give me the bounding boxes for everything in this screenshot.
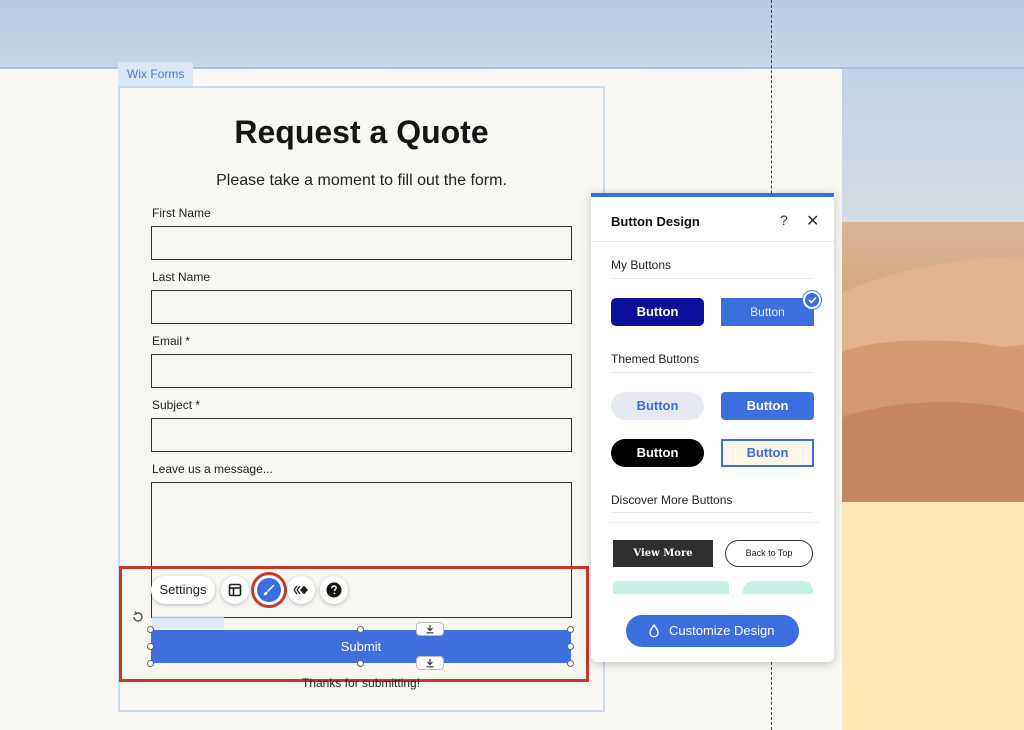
discover-button-back-to-top[interactable]: Back to Top — [725, 540, 813, 567]
resize-handle[interactable] — [147, 660, 154, 667]
last-name-label: Last Name — [152, 270, 211, 284]
themed-button-outline[interactable]: Button — [721, 439, 814, 467]
button-design-panel[interactable]: Button Design ? ✕ My Buttons Button Butt… — [591, 193, 834, 662]
sky-background — [0, 0, 1024, 68]
resize-handle[interactable] — [147, 626, 154, 633]
panel-title: Button Design — [611, 214, 700, 229]
themed-buttons-label: Themed Buttons — [611, 352, 700, 366]
discover-button-partial[interactable] — [743, 581, 813, 594]
download-icon — [426, 625, 434, 634]
customize-design-button[interactable]: Customize Design — [626, 615, 799, 647]
help-button[interactable] — [320, 576, 348, 604]
animation-icon — [293, 585, 308, 595]
first-name-field[interactable] — [151, 226, 572, 260]
rotate-icon[interactable] — [131, 610, 145, 624]
subject-field[interactable] — [151, 418, 572, 452]
section-divider — [611, 512, 813, 513]
subject-label: Subject * — [152, 398, 201, 412]
discover-label: Discover More Buttons — [611, 493, 733, 507]
wix-forms-tag[interactable]: Wix Forms — [118, 62, 194, 86]
resize-handle[interactable] — [567, 626, 574, 633]
panel-help-icon[interactable]: ? — [780, 212, 788, 228]
themed-button-pill-light[interactable]: Button — [611, 392, 704, 420]
my-buttons-label: My Buttons — [611, 258, 672, 272]
stretch-anchor-top[interactable] — [416, 622, 444, 636]
element-name-tag — [152, 616, 224, 628]
desert-image — [842, 222, 1024, 504]
resize-handle[interactable] — [357, 660, 364, 667]
form-title: Request a Quote — [234, 114, 489, 150]
resize-handle[interactable] — [357, 626, 364, 633]
email-field[interactable] — [151, 354, 572, 388]
message-label: Leave us a message... — [152, 462, 273, 476]
section-divider — [611, 372, 813, 373]
submit-button[interactable]: Submit — [151, 630, 571, 663]
resize-handle[interactable] — [147, 643, 154, 650]
my-button-navy[interactable]: Button — [611, 298, 704, 326]
settings-button[interactable]: Settings — [151, 576, 215, 604]
my-button-blue[interactable]: Button — [721, 298, 814, 326]
discover-button-view-more[interactable]: View More — [613, 540, 713, 567]
discover-buttons-scroll[interactable]: View More Back to Top — [607, 522, 820, 594]
animation-button[interactable] — [287, 576, 315, 604]
layout-button[interactable] — [221, 576, 249, 604]
section-divider — [611, 278, 813, 279]
design-button[interactable] — [251, 572, 287, 608]
panel-close-icon[interactable]: ✕ — [806, 211, 819, 231]
thanks-message: Thanks for submitting! — [302, 676, 421, 690]
themed-button-blue[interactable]: Button — [721, 392, 814, 420]
yellow-section — [842, 502, 1024, 730]
download-icon — [426, 659, 434, 668]
panel-divider — [591, 241, 834, 242]
selected-check-icon — [803, 291, 821, 309]
form-subtitle: Please take a moment to fill out the for… — [216, 172, 507, 189]
drop-icon — [649, 624, 659, 638]
sky-strip — [842, 69, 1024, 229]
brush-icon — [263, 584, 275, 596]
stretch-anchor-bottom[interactable] — [416, 656, 444, 670]
last-name-field[interactable] — [151, 290, 572, 324]
layout-icon — [228, 583, 242, 597]
customize-design-label: Customize Design — [669, 623, 775, 638]
themed-button-pill-black[interactable]: Button — [611, 439, 704, 467]
help-icon — [326, 582, 342, 598]
resize-handle[interactable] — [567, 643, 574, 650]
discover-button-partial[interactable] — [613, 581, 729, 594]
first-name-label: First Name — [152, 206, 211, 220]
email-label: Email * — [152, 334, 191, 348]
resize-handle[interactable] — [567, 660, 574, 667]
